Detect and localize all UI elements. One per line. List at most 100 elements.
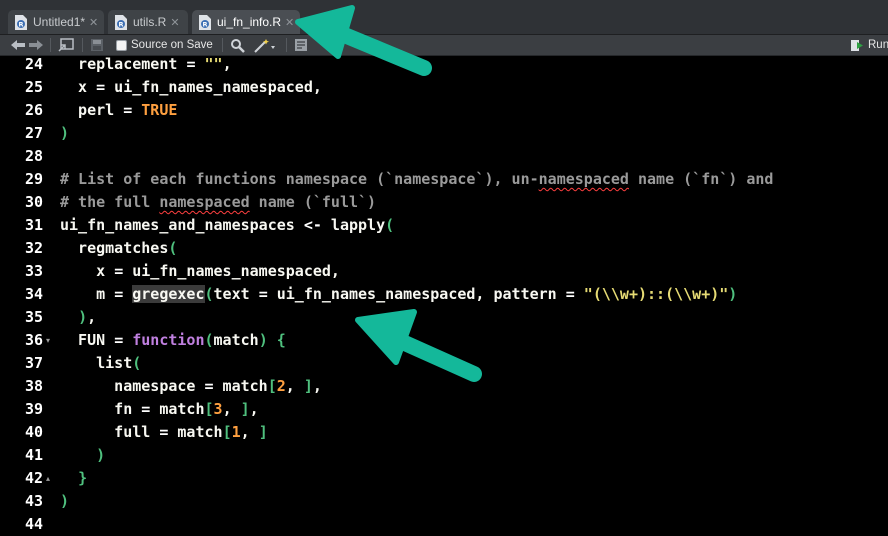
- tab-ui-fn-info[interactable]: R ui_fn_info.R ✕: [192, 10, 300, 34]
- code-token: (: [168, 239, 178, 257]
- code-token: ): [258, 331, 268, 349]
- save-icon[interactable]: [90, 37, 104, 53]
- code-token: ): [78, 308, 88, 326]
- close-icon[interactable]: ✕: [170, 16, 179, 29]
- code-token: "(\\w+)::(\\w+)": [583, 285, 729, 303]
- code-token: ui_fn_names_namespaced, pattern: [267, 285, 566, 303]
- r-file-icon: R: [15, 14, 27, 30]
- code-token: [: [222, 423, 232, 441]
- code-token: m: [60, 285, 115, 303]
- annotation-arrow: [295, 5, 432, 76]
- code-token: ): [96, 446, 106, 464]
- code-line[interactable]: ): [60, 122, 69, 145]
- line-number: 24: [24, 55, 43, 73]
- code-token: =: [114, 262, 124, 280]
- code-token: {: [276, 331, 286, 349]
- code-line[interactable]: fn = match[3, ],: [60, 398, 259, 421]
- editor-tab-bar: R Untitled1* ✕ R utils.R ✕ R ui_fn_info.…: [0, 0, 888, 35]
- code-line[interactable]: }: [60, 467, 87, 490]
- svg-text:R: R: [18, 20, 23, 28]
- code-token: [: [267, 377, 277, 395]
- code-line[interactable]: m = gregexec(text = ui_fn_names_namespac…: [60, 283, 737, 306]
- source-on-save-checkbox[interactable]: Source on Save: [116, 37, 213, 53]
- toolbar-divider: [50, 38, 51, 52]
- fold-toggle-icon[interactable]: ▴: [46, 467, 50, 490]
- close-icon[interactable]: ✕: [89, 16, 98, 29]
- tab-untitled1[interactable]: R Untitled1* ✕: [8, 10, 104, 34]
- fold-toggle-icon[interactable]: ▾: [46, 329, 50, 352]
- code-line[interactable]: list(: [60, 352, 141, 375]
- line-number: 29: [24, 170, 43, 188]
- run-icon: [851, 39, 863, 51]
- code-token: function: [132, 331, 205, 349]
- line-number: 31: [24, 216, 43, 234]
- search-icon[interactable]: [230, 37, 245, 53]
- back-arrow-icon[interactable]: [10, 37, 26, 53]
- code-token: namespaced: [538, 170, 629, 188]
- r-file-icon: R: [115, 14, 127, 30]
- forward-arrow-icon[interactable]: [28, 37, 44, 53]
- run-button[interactable]: Run: [850, 37, 888, 53]
- code-token: ,: [312, 377, 322, 395]
- code-token: ,: [222, 400, 241, 418]
- run-label: Run: [868, 39, 888, 51]
- code-token: ): [728, 285, 738, 303]
- code-token: name (`fn`) and: [628, 170, 774, 188]
- tab-utils[interactable]: R utils.R ✕: [108, 10, 188, 34]
- code-line[interactable]: full = match[1, ]: [60, 421, 268, 444]
- code-line[interactable]: FUN = function(match) {: [60, 329, 286, 352]
- annotation-arrow: [355, 309, 482, 382]
- tab-label: Untitled1*: [33, 15, 86, 29]
- code-token: gregexec: [132, 285, 205, 303]
- code-token: <-: [303, 216, 322, 234]
- code-line[interactable]: replacement = "",: [60, 53, 232, 76]
- show-in-window-icon[interactable]: [58, 37, 74, 53]
- code-line[interactable]: ui_fn_names_and_namespaces <- lapply(: [60, 214, 394, 237]
- code-line[interactable]: namespace = match[2, ],: [60, 375, 322, 398]
- code-line[interactable]: ): [60, 490, 69, 513]
- line-number: 33: [24, 262, 43, 280]
- code-line[interactable]: perl = TRUE: [60, 99, 177, 122]
- code-token: match: [150, 400, 205, 418]
- magic-wand-icon[interactable]: [254, 37, 276, 53]
- code-token: =: [123, 101, 133, 119]
- code-line[interactable]: ),: [60, 306, 96, 329]
- code-token: (: [204, 285, 214, 303]
- code-line[interactable]: ): [60, 444, 105, 467]
- code-token: FUN: [60, 331, 115, 349]
- code-token: (: [204, 331, 214, 349]
- code-editor[interactable]: 24 25 26 27 28 29 30 31 32 33 34 35 36 ▾ 37 38 39 40 41 42 ▴…: [0, 53, 888, 533]
- svg-text:R: R: [118, 20, 123, 28]
- line-number: 27: [24, 124, 43, 142]
- code-token: match: [213, 331, 259, 349]
- code-token: perl: [60, 101, 124, 119]
- code-line[interactable]: # List of each functions namespace (`nam…: [60, 168, 773, 191]
- line-number: 38: [24, 377, 43, 395]
- code-token: =: [114, 285, 124, 303]
- line-number: 34: [24, 285, 43, 303]
- code-token: list: [60, 354, 133, 372]
- code-token: # the full: [60, 193, 160, 211]
- code-line[interactable]: # the full namespaced name (`full`): [60, 191, 376, 214]
- code-line[interactable]: regmatches(: [60, 237, 177, 260]
- toolbar-divider: [222, 38, 223, 52]
- code-token: x: [60, 262, 115, 280]
- code-token: TRUE: [141, 101, 178, 119]
- code-line[interactable]: x = ui_fn_names_namespaced,: [60, 260, 340, 283]
- line-number-gutter: 24 25 26 27 28 29 30 31 32 33 34 35 36 ▾ 37 38 39 40 41 42 ▴…: [0, 55, 56, 533]
- code-token: =: [204, 377, 214, 395]
- code-token: namespace: [60, 377, 205, 395]
- code-token: # List of each functions namespace (`nam…: [60, 170, 539, 188]
- code-line[interactable]: x = ui_fn_names_namespaced,: [60, 76, 322, 99]
- code-token: ]: [258, 423, 268, 441]
- code-token: ui_fn_names_namespaced,: [123, 262, 340, 280]
- code-token: ): [60, 124, 70, 142]
- code-token: match: [213, 377, 268, 395]
- code-token: ,: [222, 55, 232, 73]
- checkbox-box[interactable]: [116, 39, 127, 51]
